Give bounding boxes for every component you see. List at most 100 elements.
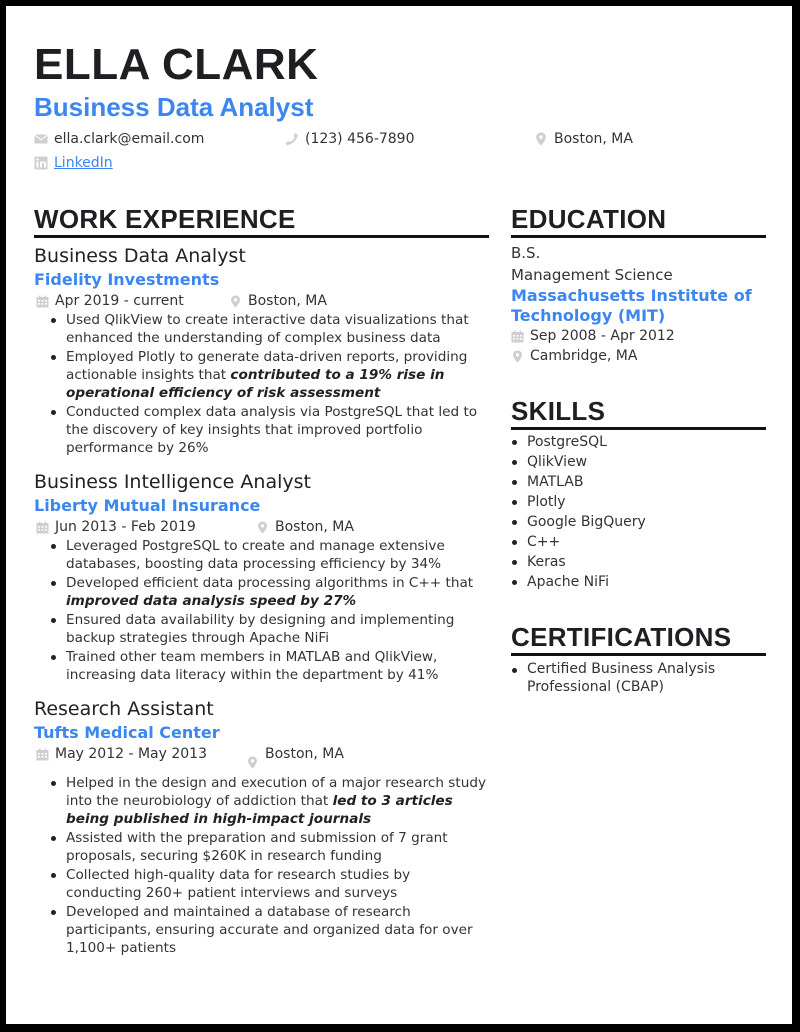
degree: B.S. <box>511 244 541 262</box>
job-dates: Apr 2019 - current <box>36 291 184 311</box>
linkedin-link[interactable]: LinkedIn <box>54 155 113 171</box>
job-bullet: Trained other team members in MATLAB and… <box>48 648 489 684</box>
map-pin-icon <box>536 132 546 146</box>
map-pin-icon <box>258 520 267 534</box>
skill-item: PostgreSQL <box>511 432 766 452</box>
job-title: Business Data Analyst <box>34 245 246 267</box>
calendar-icon <box>36 521 49 533</box>
job-location-text: Boston, MA <box>248 293 327 309</box>
skill-item: MATLAB <box>511 472 766 492</box>
job-bullet: Collected high-quality data for research… <box>48 866 489 902</box>
job-dates-text: Apr 2019 - current <box>55 293 184 309</box>
contact-linkedin[interactable]: LinkedIn <box>34 152 113 174</box>
education-heading: EDUCATION <box>511 204 766 238</box>
bullet-text: Developed efficient data processing algo… <box>66 575 474 591</box>
education-dates-text: Sep 2008 - Apr 2012 <box>530 328 675 344</box>
field-of-study: Management Science <box>511 266 673 284</box>
education-dates: Sep 2008 - Apr 2012 <box>511 326 766 346</box>
bullet-text: Assisted with the preparation and submis… <box>66 830 448 864</box>
map-pin-icon <box>231 294 240 308</box>
job-location-text: Boston, MA <box>265 746 344 762</box>
map-pin-icon <box>248 755 257 769</box>
job-title: Business Intelligence Analyst <box>34 471 311 493</box>
candidate-title: Business Data Analyst <box>34 92 314 122</box>
skills-heading: SKILLS <box>511 396 766 430</box>
skill-item: Google BigQuery <box>511 512 766 532</box>
bullet-text: Developed and maintained a database of r… <box>66 904 473 956</box>
job-bullet: Leveraged PostgreSQL to create and manag… <box>48 537 489 573</box>
job-dates: Jun 2013 - Feb 2019 <box>36 517 196 537</box>
job-bullets: Helped in the design and execution of a … <box>48 774 489 957</box>
job-bullet: Employed Plotly to generate data-driven … <box>48 348 489 402</box>
skill-item: Apache NiFi <box>511 572 766 592</box>
phone-text: (123) 456-7890 <box>305 131 415 147</box>
bullet-text: Conducted complex data analysis via Post… <box>66 404 478 456</box>
resume-header: ELLA CLARK Business Data Analyst ella.cl… <box>34 40 774 176</box>
education-location: Cambridge, MA <box>511 346 766 366</box>
calendar-icon <box>36 748 49 760</box>
calendar-icon <box>36 295 49 307</box>
contact-row-2: LinkedIn <box>34 152 774 176</box>
school-name: Massachusetts Institute of Technology (M… <box>511 286 752 325</box>
phone-icon <box>285 133 298 146</box>
job-meta: May 2012 - May 2013 Boston, MA <box>34 744 489 774</box>
job-bullets: Used QlikView to create interactive data… <box>48 311 489 457</box>
envelope-icon <box>34 134 48 144</box>
job-bullet: Developed and maintained a database of r… <box>48 903 489 957</box>
bullet-text: Leveraged PostgreSQL to create and manag… <box>66 538 445 572</box>
job-dates-text: May 2012 - May 2013 <box>55 746 207 762</box>
bullet-text: Collected high-quality data for research… <box>66 867 411 901</box>
job-dates: May 2012 - May 2013 <box>36 744 207 764</box>
work-experience-section: WORK EXPERIENCE Business Data Analyst Fid… <box>34 204 489 958</box>
job-location-text: Boston, MA <box>275 519 354 535</box>
bullet-text: Used QlikView to create interactive data… <box>66 312 469 346</box>
skill-item: QlikView <box>511 452 766 472</box>
map-pin-icon <box>513 349 522 363</box>
certifications-section: CERTIFICATIONS Certified Business Analys… <box>511 622 766 696</box>
skill-item: C++ <box>511 532 766 552</box>
job-entry: Business Data Analyst Fidelity Investment… <box>34 243 489 457</box>
certifications-heading: CERTIFICATIONS <box>511 622 766 656</box>
job-bullet: Ensured data availability by designing a… <box>48 611 489 647</box>
company-name: Tufts Medical Center <box>34 723 220 742</box>
job-location: Boston, MA <box>256 517 354 537</box>
contact-email: ella.clark@email.com <box>34 128 204 150</box>
company-name: Fidelity Investments <box>34 270 220 289</box>
certifications-list: Certified Business Analysis Professional… <box>511 660 766 696</box>
job-location: Boston, MA <box>246 744 344 769</box>
job-dates-text: Jun 2013 - Feb 2019 <box>55 519 196 535</box>
job-bullet: Used QlikView to create interactive data… <box>48 311 489 347</box>
skills-section: SKILLS PostgreSQL QlikView MATLAB Plotly Goo… <box>511 396 766 592</box>
job-meta: Jun 2013 - Feb 2019 Boston, MA <box>34 517 489 537</box>
job-bullet: Assisted with the preparation and submis… <box>48 829 489 865</box>
linkedin-icon <box>34 156 48 170</box>
contact-row: ella.clark@email.com (123) 456-7890 Bost… <box>34 128 774 152</box>
job-title: Research Assistant <box>34 698 214 720</box>
calendar-icon <box>511 330 524 342</box>
bullet-highlight: improved data analysis speed by 27% <box>66 593 357 609</box>
education-location-text: Cambridge, MA <box>530 348 638 364</box>
job-bullet: Conducted complex data analysis via Post… <box>48 403 489 457</box>
job-list: Business Data Analyst Fidelity Investment… <box>34 243 489 957</box>
skill-item: Plotly <box>511 492 766 512</box>
education-section: EDUCATION B.S. Management Science Massac… <box>511 204 766 366</box>
job-entry: Research Assistant Tufts Medical Center Ma… <box>34 696 489 957</box>
skill-item: Keras <box>511 552 766 572</box>
certification-item: Certified Business Analysis Professional… <box>511 660 766 696</box>
candidate-name: ELLA CLARK <box>34 40 319 89</box>
resume-page: ELLA CLARK Business Data Analyst ella.cl… <box>6 6 792 1024</box>
contact-phone: (123) 456-7890 <box>285 128 415 150</box>
job-bullets: Leveraged PostgreSQL to create and manag… <box>48 537 489 684</box>
job-location: Boston, MA <box>229 291 327 311</box>
job-meta: Apr 2019 - current Boston, MA <box>34 291 489 311</box>
bullet-text: Ensured data availability by designing a… <box>66 612 455 646</box>
bullet-text: Trained other team members in MATLAB and… <box>66 649 439 683</box>
contact-location: Boston, MA <box>534 128 633 150</box>
job-entry: Business Intelligence Analyst Liberty Mut… <box>34 469 489 684</box>
job-bullet: Helped in the design and execution of a … <box>48 774 489 828</box>
skills-list: PostgreSQL QlikView MATLAB Plotly Google Big… <box>511 432 766 592</box>
right-column: EDUCATION B.S. Management Science Massac… <box>511 204 766 696</box>
location-text: Boston, MA <box>554 131 633 147</box>
job-bullet: Developed efficient data processing algo… <box>48 574 489 610</box>
work-experience-heading: WORK EXPERIENCE <box>34 204 489 238</box>
